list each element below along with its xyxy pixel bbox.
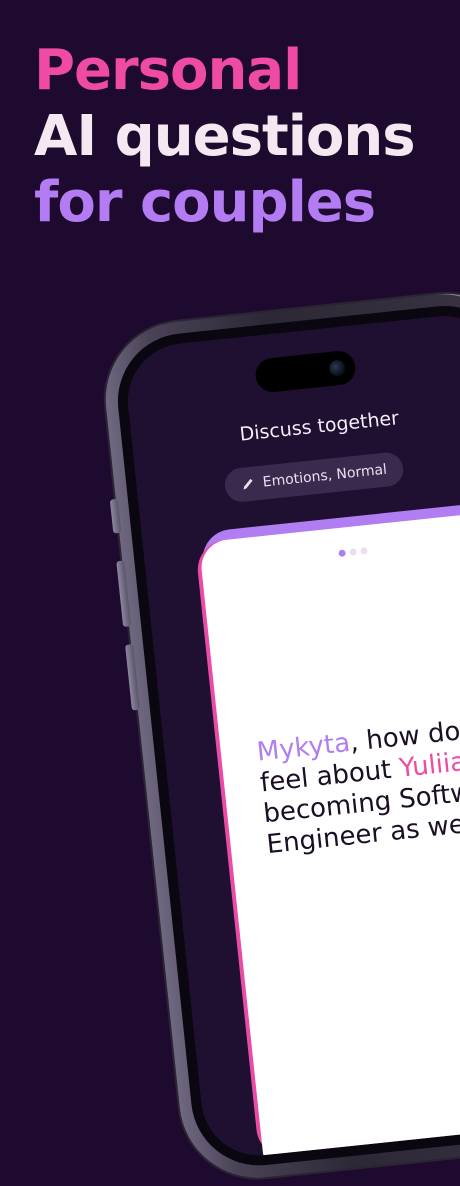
headline: Personal AI questions for couples <box>34 38 416 236</box>
category-chip[interactable]: Emotions, Normal <box>223 450 405 504</box>
phone-mockup: Discuss together Emotions, Normal Mykyta… <box>98 286 460 1186</box>
screen-title: Discuss together <box>238 407 400 446</box>
page-dot <box>349 548 357 556</box>
question-card[interactable]: Mykyta, how do you feel about Yuliia bec… <box>198 509 460 1162</box>
page-dot-active <box>338 549 347 558</box>
question-text: Mykyta, how do you feel about Yuliia bec… <box>255 710 460 862</box>
pencil-icon <box>243 478 253 490</box>
question-subject-name: Yuliia <box>397 746 460 784</box>
camera-icon <box>328 359 347 377</box>
page-dot <box>360 547 368 555</box>
headline-line-2: AI questions <box>34 104 416 169</box>
dynamic-island <box>253 349 357 394</box>
headline-line-1: Personal <box>34 38 302 103</box>
headline-line-3: for couples <box>34 170 376 235</box>
page-indicator <box>338 547 368 558</box>
category-chip-label: Emotions, Normal <box>262 461 388 491</box>
